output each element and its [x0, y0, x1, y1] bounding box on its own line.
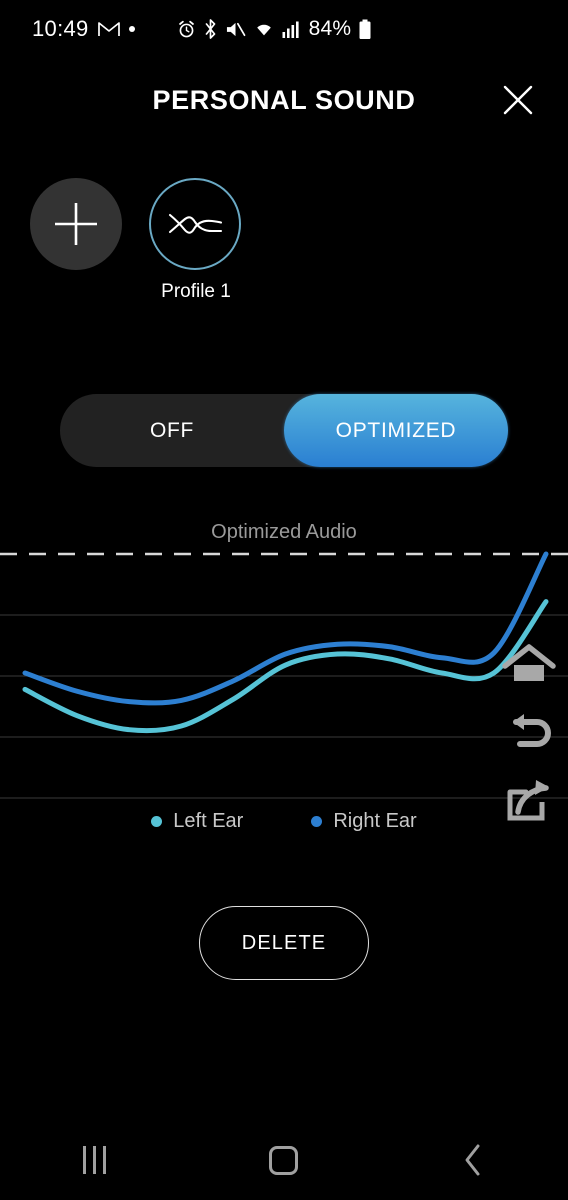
floating-overlay-icons[interactable] [500, 630, 558, 834]
nav-home-button[interactable] [239, 1130, 329, 1190]
legend-dot-right-ear [311, 816, 323, 827]
toggle-option-optimized[interactable]: OPTIMIZED [284, 394, 508, 467]
close-icon [503, 85, 533, 115]
system-navigation-bar [0, 1120, 568, 1200]
overlay-home-button[interactable] [500, 630, 558, 698]
mute-icon [225, 20, 246, 39]
profile-label: Profile 1 [161, 281, 231, 302]
mode-toggle[interactable]: OFF OPTIMIZED [60, 394, 508, 467]
recents-icon [83, 1146, 107, 1174]
gmail-icon [97, 20, 120, 38]
app-header: PERSONAL SOUND [0, 74, 568, 126]
status-bar-left: 10:49 [32, 16, 135, 42]
page-title: PERSONAL SOUND [152, 85, 416, 115]
home-icon [502, 644, 556, 681]
overlay-back-button[interactable] [500, 698, 558, 766]
close-button[interactable] [496, 78, 540, 122]
signal-icon [282, 20, 299, 39]
status-bar-right: 84% [177, 17, 373, 41]
add-profile-button[interactable] [30, 178, 122, 270]
legend-item-left-ear: Left Ear [151, 810, 243, 833]
alarm-icon [177, 20, 196, 39]
chart-svg [0, 551, 568, 799]
delete-button[interactable]: DELETE [199, 906, 369, 980]
sound-wave-icon [168, 213, 223, 234]
status-bar-clock: 10:49 [32, 16, 89, 41]
dot-icon [128, 26, 135, 32]
back-icon [513, 714, 551, 747]
frequency-response-chart [0, 550, 568, 802]
nav-back-button[interactable] [428, 1130, 518, 1190]
battery-percent-label: 84% [308, 17, 352, 40]
home-icon [269, 1145, 299, 1175]
chart-gridlines [0, 614, 568, 799]
curve-left-ear [22, 599, 549, 734]
legend-dot-left-ear [151, 816, 163, 827]
status-bar: 10:49 84% [0, 0, 568, 58]
legend-label-left-ear: Left Ear [173, 810, 244, 832]
profile-item[interactable]: Profile 1 [149, 178, 243, 303]
profile-circle-1[interactable] [149, 178, 241, 270]
back-icon [465, 1144, 480, 1176]
plus-icon [55, 203, 97, 245]
chart-legend: Left Ear Right Ear [0, 810, 568, 833]
legend-label-right-ear: Right Ear [333, 810, 417, 832]
profiles-row: Profile 1 [0, 178, 568, 303]
chart-caption: Optimized Audio [211, 521, 357, 543]
bluetooth-icon [203, 19, 218, 39]
legend-item-right-ear: Right Ear [311, 810, 417, 833]
toggle-option-off[interactable]: OFF [60, 394, 284, 467]
nav-recents-button[interactable] [50, 1130, 140, 1190]
wifi-icon [253, 20, 275, 39]
battery-icon [358, 19, 372, 40]
app-screen: 10:49 84% PERSONAL SOUND Profile 1 OFF O… [0, 0, 568, 1200]
